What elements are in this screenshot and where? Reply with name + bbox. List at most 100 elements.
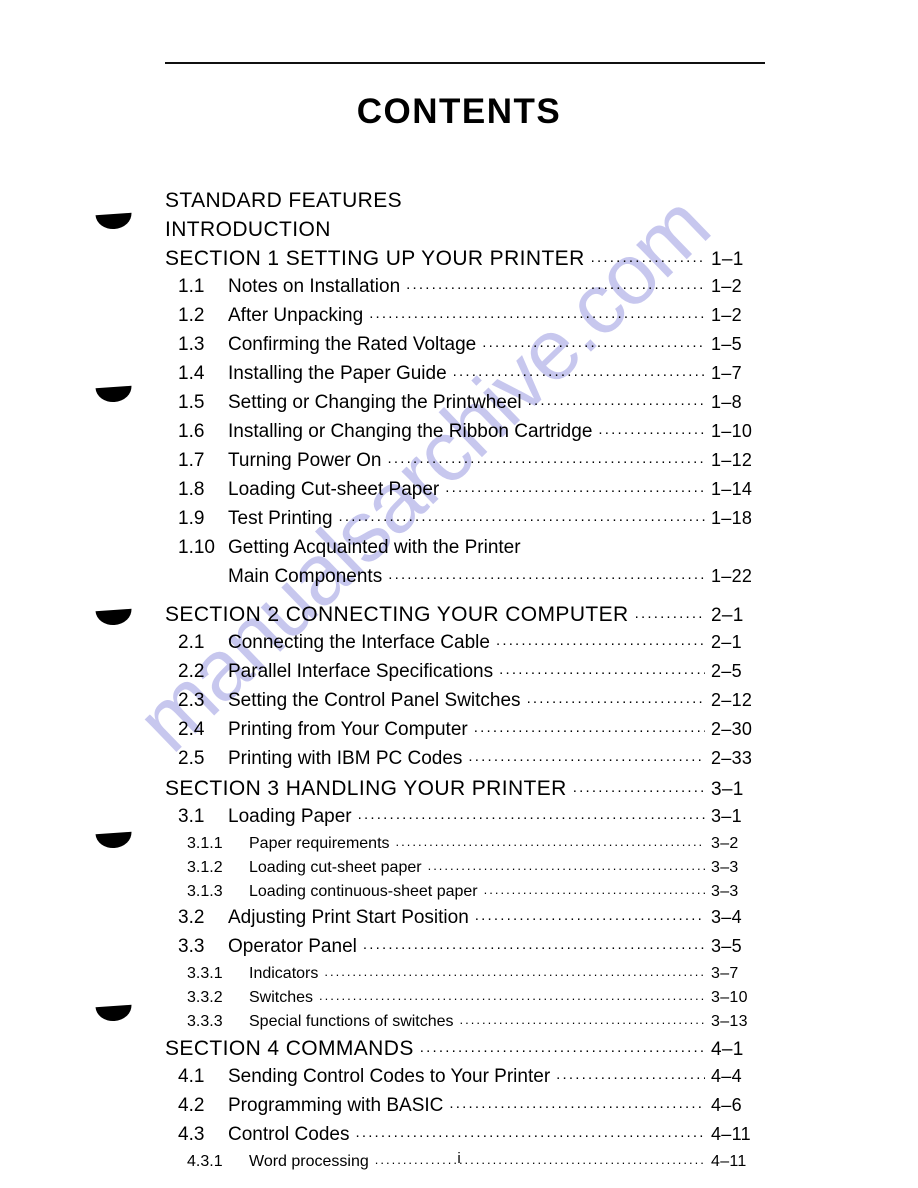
toc-leader-dots: [324, 962, 705, 978]
toc-leader-dots: [496, 629, 705, 648]
toc-leader-dots: [319, 986, 705, 1002]
toc-page-number: 2–1: [711, 632, 742, 652]
toc-entry-row[interactable]: 4.3 Control Codes 4–11: [165, 1121, 765, 1150]
table-of-contents: STANDARD FEATURES INTRODUCTION SECTION 1 S…: [165, 186, 765, 1174]
toc-entry-label: Printing from Your Computer: [228, 719, 468, 740]
toc-page-number: 4–4: [711, 1066, 742, 1086]
toc-entry-row[interactable]: 2.1 Connecting the Interface Cable 2–1: [165, 629, 765, 658]
toc-entry-row[interactable]: 3.3.3 Special functions of switches 3–13: [165, 1010, 765, 1034]
toc-entry-number: 3.2: [178, 907, 205, 928]
toc-entry-row[interactable]: 1.1 Notes on Installation 1–2: [165, 273, 765, 302]
toc-page-number: 4–11: [711, 1124, 751, 1144]
toc-entry-label: Loading Paper: [228, 806, 352, 827]
toc-page-number: 1–7: [711, 363, 742, 383]
toc-entry-row[interactable]: Main Components 1–22: [165, 563, 765, 592]
toc-entry-number: 1.7: [178, 450, 205, 471]
toc-entry-label: Printing with IBM PC Codes: [228, 748, 463, 769]
page-title: CONTENTS: [356, 92, 562, 131]
toc-entry-label: Programming with BASIC: [228, 1095, 444, 1116]
toc-section-row[interactable]: STANDARD FEATURES: [165, 186, 765, 215]
toc-section-row[interactable]: SECTION 1 SETTING UP YOUR PRINTER 1–1: [165, 244, 765, 273]
toc-page-number: 3–13: [711, 1013, 748, 1030]
toc-leader-dots: [468, 745, 705, 764]
toc-entry-number: 2.3: [178, 690, 205, 711]
toc-entry-number: 3.1.2: [187, 859, 223, 876]
toc-entry-label: SECTION 2 CONNECTING YOUR COMPUTER: [165, 603, 629, 626]
toc-leader-dots: [339, 505, 705, 524]
toc-section-row[interactable]: INTRODUCTION: [165, 215, 765, 244]
toc-leader-dots: [484, 880, 705, 896]
toc-entry-number: 1.6: [178, 421, 205, 442]
toc-entry-row[interactable]: 1.9 Test Printing 1–18: [165, 505, 765, 534]
toc-entry-label: SECTION 1 SETTING UP YOUR PRINTER: [165, 247, 585, 270]
toc-entry-row[interactable]: 3.1 Loading Paper 3–1: [165, 803, 765, 832]
toc-leader-dots: [573, 774, 705, 795]
toc-entry-row[interactable]: 3.3.1 Indicators 3–7: [165, 962, 765, 986]
toc-page-number: 1–14: [711, 479, 753, 499]
toc-entry-row[interactable]: 2.2 Parallel Interface Specifications 2–5: [165, 658, 765, 687]
toc-page-number: 3–4: [711, 907, 742, 927]
toc-entry-row[interactable]: 1.8 Loading Cut-sheet Paper 1–14: [165, 476, 765, 505]
toc-leader-dots: [449, 1092, 705, 1111]
toc-leader-dots: [445, 476, 705, 495]
toc-entry-row[interactable]: 2.3 Setting the Control Panel Switches 2–1…: [165, 687, 765, 716]
toc-page-number: 3–1: [711, 779, 744, 800]
toc-page-number: 2–30: [711, 719, 753, 739]
toc-entry-row[interactable]: 1.3 Confirming the Rated Voltage 1–5: [165, 331, 765, 360]
toc-leader-dots: [420, 1034, 705, 1055]
toc-leader-dots: [453, 360, 705, 379]
toc-entry-row[interactable]: 1.10 Getting Acquainted with the Printer: [165, 534, 765, 563]
toc-entry-row[interactable]: 1.6 Installing or Changing the Ribbon Car…: [165, 418, 765, 447]
toc-leader-dots: [363, 933, 705, 952]
toc-entry-number: 1.9: [178, 508, 205, 529]
binding-hole-mark: [95, 608, 133, 627]
binding-hole-mark: [95, 831, 133, 850]
toc-page-number: 2–33: [711, 748, 753, 768]
toc-entry-number: 1.10: [178, 537, 215, 558]
toc-leader-dots: [396, 832, 705, 848]
toc-entry-label: Setting the Control Panel Switches: [228, 690, 521, 711]
toc-page-number: 3–5: [711, 936, 742, 956]
toc-entry-row[interactable]: 3.2 Adjusting Print Start Position 3–4: [165, 904, 765, 933]
toc-entry-row[interactable]: 4.1 Sending Control Codes to Your Printer…: [165, 1063, 765, 1092]
toc-entry-row[interactable]: 3.1.1 Paper requirements 3–2: [165, 832, 765, 856]
toc-entry-row[interactable]: 1.2 After Unpacking 1–2: [165, 302, 765, 331]
toc-entry-label: Connecting the Interface Cable: [228, 632, 490, 653]
toc-page-number: 1–12: [711, 450, 753, 470]
toc-entry-row[interactable]: 3.3 Operator Panel 3–5: [165, 933, 765, 962]
toc-entry-row[interactable]: 4.2 Programming with BASIC 4–6: [165, 1092, 765, 1121]
toc-entry-number: 3.1: [178, 806, 205, 827]
toc-entry-number: 4.1: [178, 1066, 205, 1087]
toc-section-row[interactable]: SECTION 3 HANDLING YOUR PRINTER 3–1: [165, 774, 765, 803]
toc-entry-label: Operator Panel: [228, 936, 357, 957]
toc-entry-label: Confirming the Rated Voltage: [228, 334, 477, 355]
toc-entry-row[interactable]: 1.4 Installing the Paper Guide 1–7: [165, 360, 765, 389]
toc-entry-label: Sending Control Codes to Your Printer: [228, 1066, 551, 1087]
toc-entry-label: Turning Power On: [228, 450, 382, 471]
toc-entry-row[interactable]: 1.5 Setting or Changing the Printwheel 1–8: [165, 389, 765, 418]
toc-entry-row[interactable]: 3.1.3 Loading continuous-sheet paper 3–3: [165, 880, 765, 904]
toc-entry-row[interactable]: 2.4 Printing from Your Computer 2–30: [165, 716, 765, 745]
header-rule: [165, 62, 765, 64]
toc-entry-number: 2.5: [178, 748, 205, 769]
toc-entry-label: INTRODUCTION: [165, 218, 331, 241]
toc-entry-label: Adjusting Print Start Position: [228, 907, 469, 928]
toc-leader-dots: [460, 1010, 705, 1026]
toc-section-row[interactable]: SECTION 2 CONNECTING YOUR COMPUTER 2–1: [165, 600, 765, 629]
toc-entry-label: Loading continuous-sheet paper: [249, 883, 478, 900]
toc-leader-dots: [598, 418, 705, 437]
toc-entry-row[interactable]: 3.3.2 Switches 3–10: [165, 986, 765, 1010]
toc-leader-dots: [591, 244, 705, 265]
toc-entry-row[interactable]: 1.7 Turning Power On 1–12: [165, 447, 765, 476]
toc-entry-row[interactable]: 2.5 Printing with IBM PC Codes 2–33: [165, 745, 765, 774]
toc-entry-label: SECTION 4 COMMANDS: [165, 1037, 414, 1060]
toc-page-number: 1–10: [711, 421, 753, 441]
toc-entry-label: After Unpacking: [228, 305, 364, 326]
toc-entry-label: Notes on Installation: [228, 276, 401, 297]
toc-page-number: 1–5: [711, 334, 742, 354]
toc-section-row[interactable]: SECTION 4 COMMANDS 4–1: [165, 1034, 765, 1063]
toc-leader-dots: [482, 331, 705, 350]
toc-entry-row[interactable]: 3.1.2 Loading cut-sheet paper 3–3: [165, 856, 765, 880]
toc-leader-dots: [358, 803, 705, 822]
toc-leader-dots: [556, 1063, 705, 1082]
